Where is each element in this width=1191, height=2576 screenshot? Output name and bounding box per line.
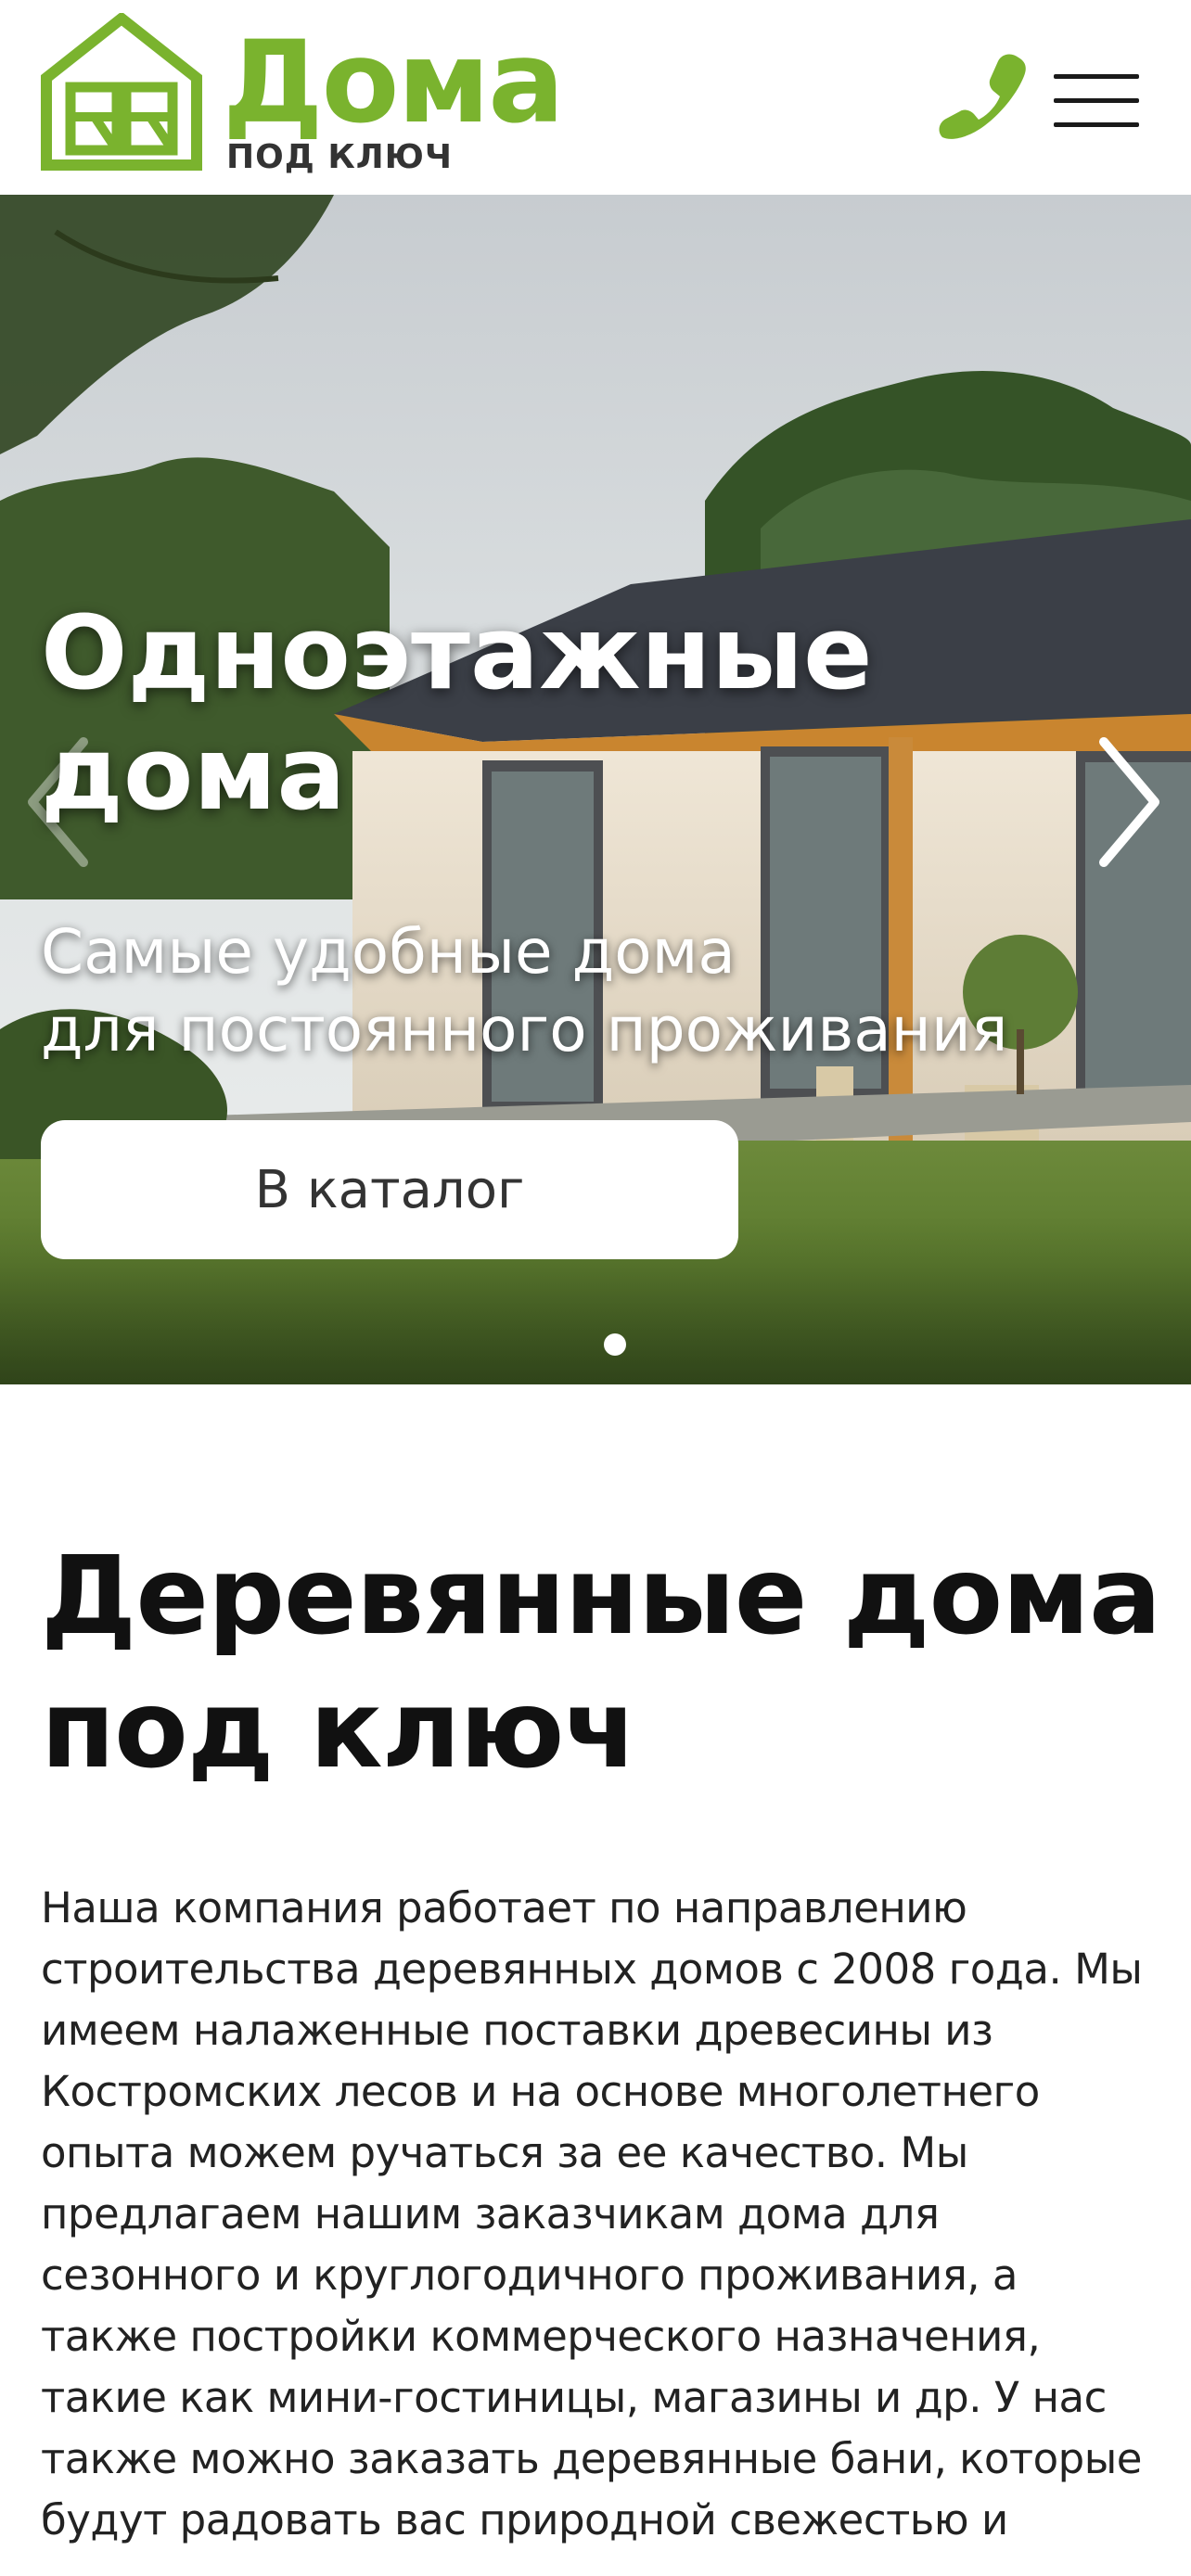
site-header: Дома ПОД КЛЮЧ — [0, 0, 1191, 195]
slider-dot-active[interactable] — [604, 1333, 626, 1356]
section-title-line: под ключ — [41, 1666, 637, 1792]
hamburger-menu-icon[interactable] — [1054, 74, 1143, 130]
section-description: Наша компания работает по направлению ст… — [41, 1883, 1143, 2544]
hero-subtitle-line: для постоянного проживания — [41, 994, 1008, 1066]
site-logo[interactable]: Дома ПОД КЛЮЧ — [41, 13, 579, 180]
section-title-line: Деревянные дома — [41, 1534, 1161, 1659]
hero-subtitle: Самые удобные дома для постоянного прожи… — [41, 913, 1154, 1070]
phone-icon[interactable] — [937, 48, 1030, 141]
hero-title-line: дома — [41, 713, 346, 833]
slider-pagination — [0, 1333, 1191, 1361]
hero-subtitle-line: Самые удобные дома — [41, 916, 736, 988]
house-logo-icon — [41, 13, 202, 171]
hero-title: Одноэтажные дома — [41, 593, 1108, 835]
hero-slider: Одноэтажные дома Самые удобные дома для … — [0, 195, 1191, 1384]
logo-wordmark: Дома — [223, 17, 565, 148]
section-title: Деревянные дома под ключ — [41, 1530, 1163, 1797]
logo-tagline: ПОД КЛЮЧ — [226, 138, 454, 176]
catalog-button[interactable]: В каталог — [41, 1120, 738, 1259]
hero-title-line: Одноэтажные — [41, 593, 873, 712]
